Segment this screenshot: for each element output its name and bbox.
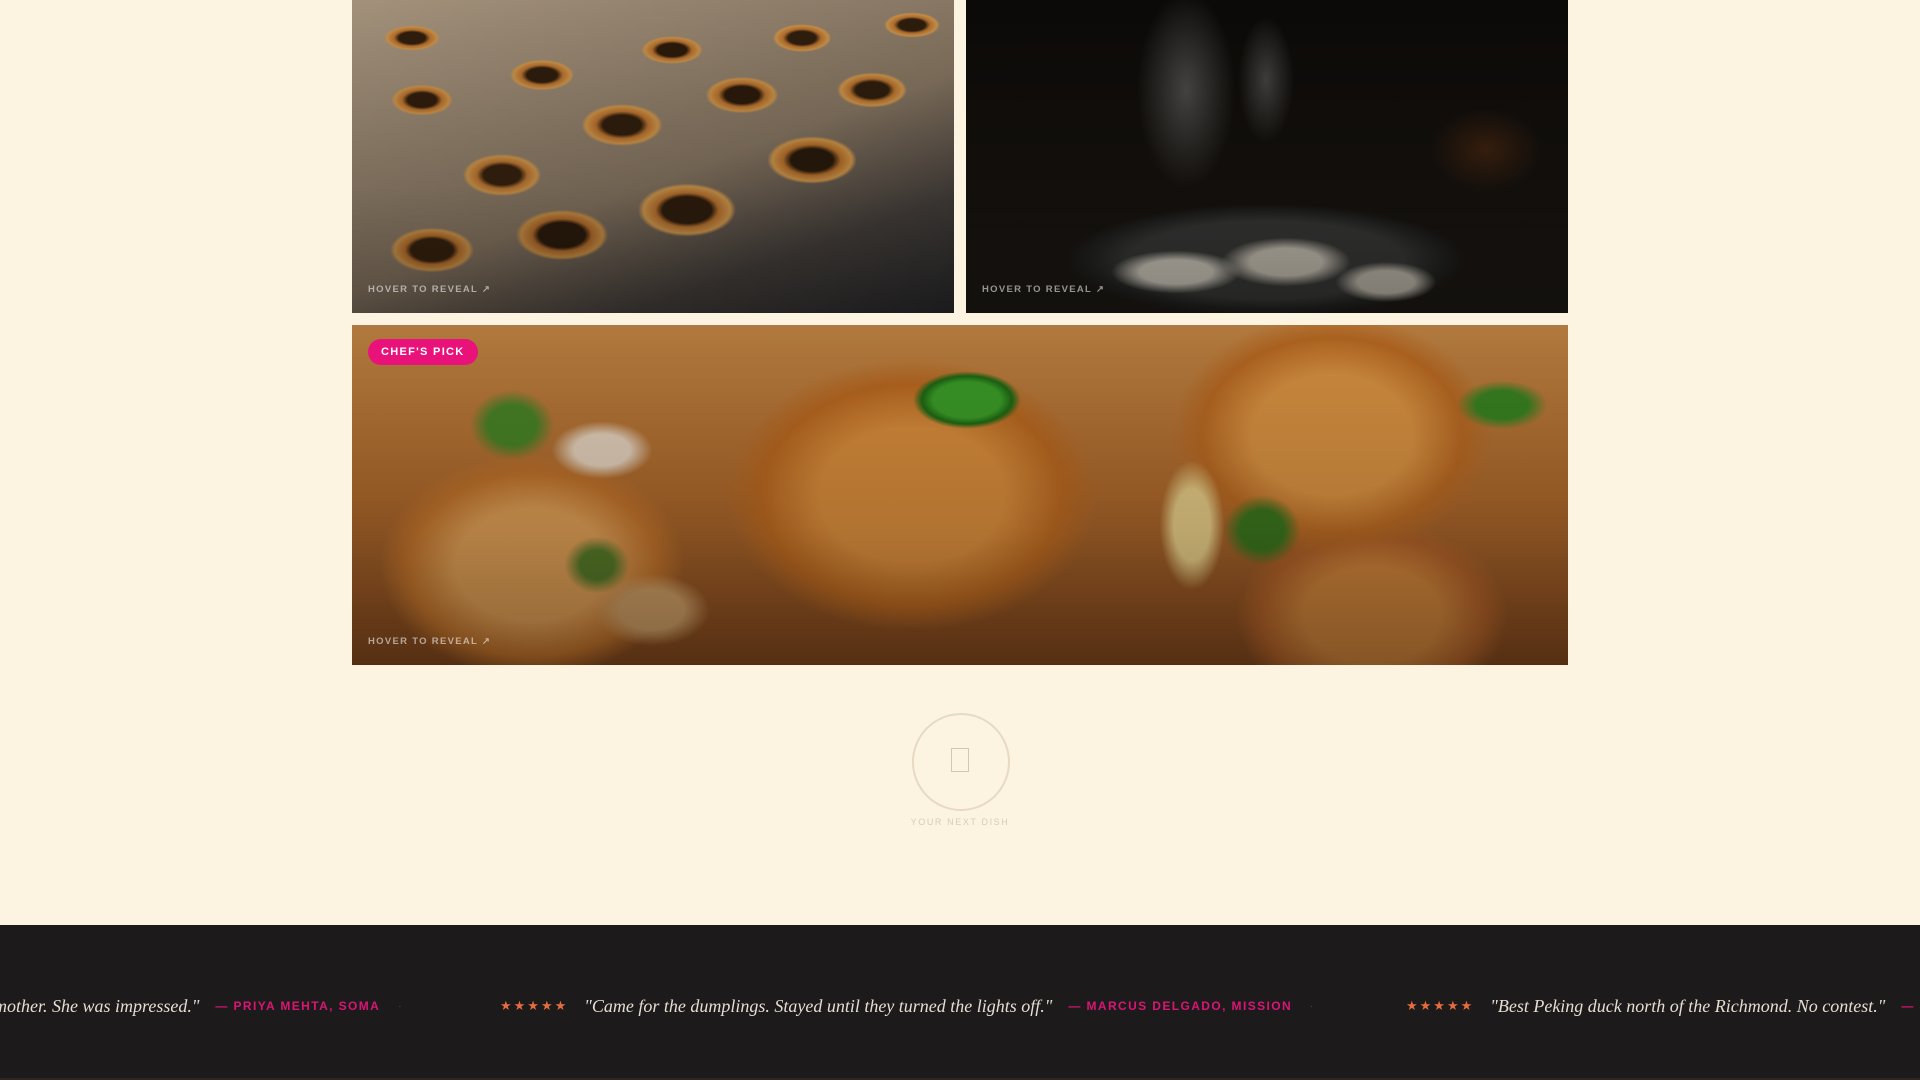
page: HOVER TO REVEAL ↗ HOVER TO REVEAL ↗ CHEF… [0,0,1920,1080]
testimonials-track: mother. She was impressed." — PRIYA MEHT… [0,991,1920,1021]
rating-stars-icon: ★★★★★ [1406,998,1475,1013]
rating-stars-icon: ★★★★★ [500,998,569,1013]
testimonial-author: — PRIYA MEHTA, SOMA [215,999,381,1013]
testimonials-strip: mother. She was impressed." — PRIYA MEHT… [0,925,1920,1080]
testimonial-quote: "Best Peking duck north of the Richmond.… [1490,995,1886,1016]
testimonial-item: ★★★★★ "Came for the dumplings. Stayed un… [500,991,1313,1021]
next-dish-label: YOUR NEXT DISH [910,817,1010,827]
hover-to-reveal-label: HOVER TO REVEAL ↗ [982,284,1106,295]
chefs-pick-badge: CHEF'S PICK [368,339,478,365]
gallery-tile-shrimp[interactable]: CHEF'S PICK HOVER TO REVEAL ↗ [352,325,1568,665]
hover-to-reveal-label: HOVER TO REVEAL ↗ [368,284,492,295]
next-dish-button[interactable] [912,713,1010,811]
testimonial-author: — J [1901,999,1920,1013]
testimonial-quote: "Came for the dumplings. Stayed until th… [584,995,1053,1016]
gallery-tile-egg-tarts[interactable]: HOVER TO REVEAL ↗ [352,0,954,313]
testimonial-item: ★★★★★ "Best Peking duck north of the Ric… [1406,991,1920,1021]
hover-to-reveal-label: HOVER TO REVEAL ↗ [368,636,492,647]
testimonial-item: mother. She was impressed." — PRIYA MEHT… [0,991,402,1021]
placeholder-icon [951,748,969,772]
testimonial-author: — MARCUS DELGADO, MISSION [1068,999,1293,1013]
testimonial-quote: mother. She was impressed." [0,995,200,1016]
gallery-tile-dumplings[interactable]: HOVER TO REVEAL ↗ [966,0,1568,313]
separator-dot: · [398,1000,402,1012]
separator-dot: · [1310,1000,1314,1012]
